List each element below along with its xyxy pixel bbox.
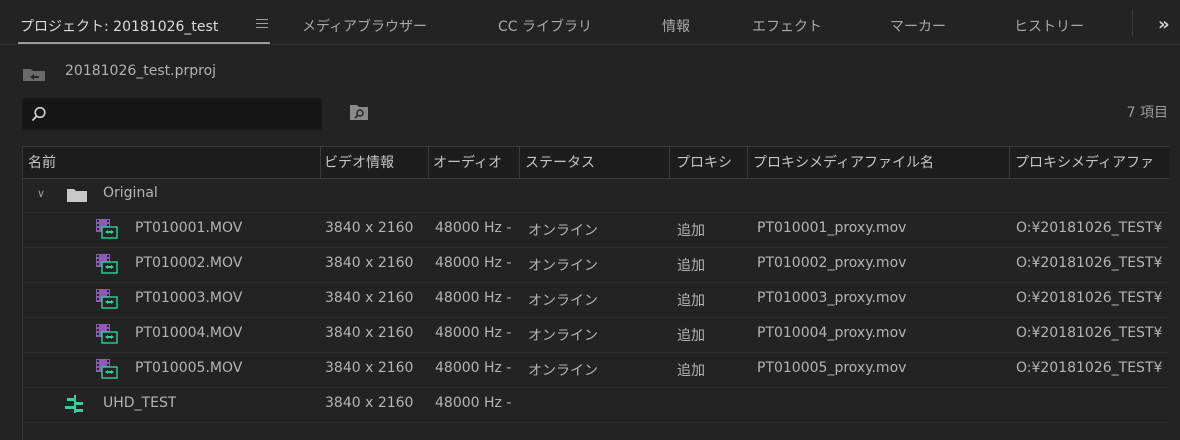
status: オンライン bbox=[528, 363, 598, 379]
clip-icon bbox=[96, 324, 118, 344]
video-info: 3840 x 2160 bbox=[325, 290, 414, 306]
proxy-path: O:¥20181026_TEST¥ bbox=[1016, 290, 1163, 306]
proxy: 追加 bbox=[677, 223, 705, 239]
clip-icon bbox=[96, 359, 118, 379]
column-header-audio[interactable]: オーディオ bbox=[433, 152, 502, 172]
proxy: 追加 bbox=[677, 328, 705, 344]
column-header-proxy[interactable]: プロキシ bbox=[676, 152, 732, 172]
table-row-clip[interactable]: PT010004.MOV 3840 x 2160 48000 Hz - オンライ… bbox=[23, 317, 1169, 353]
column-divider[interactable] bbox=[1009, 147, 1010, 178]
audio-info: 48000 Hz - bbox=[435, 325, 512, 341]
sequence-icon bbox=[65, 395, 83, 413]
project-file-name: 20181026_test.prproj bbox=[65, 63, 217, 79]
audio-info: 48000 Hz - bbox=[435, 395, 512, 411]
column-divider[interactable] bbox=[747, 147, 748, 178]
proxy-file-name: PT010001_proxy.mov bbox=[757, 220, 907, 236]
item-name: UHD_TEST bbox=[103, 395, 177, 411]
proxy-path: O:¥20181026_TEST¥ bbox=[1016, 220, 1163, 236]
item-name: PT010001.MOV bbox=[135, 220, 243, 236]
status: オンライン bbox=[528, 328, 598, 344]
status: オンライン bbox=[528, 293, 598, 309]
column-divider[interactable] bbox=[428, 147, 429, 178]
proxy-path: O:¥20181026_TEST¥ bbox=[1016, 255, 1163, 271]
item-name: PT010002.MOV bbox=[135, 255, 243, 271]
proxy-file-name: PT010004_proxy.mov bbox=[757, 325, 907, 341]
column-divider[interactable] bbox=[669, 147, 670, 178]
tab-cc-libraries[interactable]: CC ライブラリ bbox=[498, 16, 592, 36]
video-info: 3840 x 2160 bbox=[325, 360, 414, 376]
tab-info[interactable]: 情報 bbox=[662, 16, 690, 36]
folder-icon bbox=[67, 189, 87, 202]
column-divider[interactable] bbox=[320, 147, 321, 178]
tab-markers[interactable]: マーカー bbox=[890, 16, 946, 36]
proxy-file-name: PT010003_proxy.mov bbox=[757, 290, 907, 306]
column-divider[interactable] bbox=[519, 147, 520, 178]
column-header-video-info[interactable]: ビデオ情報 bbox=[324, 152, 394, 172]
clip-icon bbox=[96, 254, 118, 274]
tab-separator bbox=[1132, 10, 1133, 36]
clip-icon bbox=[96, 219, 118, 239]
audio-info: 48000 Hz - bbox=[435, 360, 512, 376]
column-header-name[interactable]: 名前 bbox=[28, 152, 56, 172]
item-name: PT010005.MOV bbox=[135, 360, 243, 376]
tab-history[interactable]: ヒストリー bbox=[1014, 16, 1084, 36]
active-tab-indicator bbox=[18, 42, 270, 44]
find-bin-icon[interactable] bbox=[349, 103, 369, 121]
item-name: PT010004.MOV bbox=[135, 325, 243, 341]
audio-info: 48000 Hz - bbox=[435, 290, 512, 306]
table-row-clip[interactable]: PT010001.MOV 3840 x 2160 48000 Hz - オンライ… bbox=[23, 212, 1169, 248]
search-input[interactable] bbox=[22, 98, 322, 130]
more-tabs-icon[interactable]: » bbox=[1158, 14, 1170, 35]
item-name: PT010003.MOV bbox=[135, 290, 243, 306]
table-row-bin[interactable]: ∨ Original bbox=[23, 177, 1169, 213]
status: オンライン bbox=[528, 258, 598, 274]
panel-menu-icon[interactable] bbox=[256, 19, 268, 29]
proxy: 追加 bbox=[677, 293, 705, 309]
panel-tab-bar: プロジェクト: 20181026_test メディアブラウザー CC ライブラリ… bbox=[0, 0, 1180, 45]
table-row-clip[interactable]: PT010003.MOV 3840 x 2160 48000 Hz - オンライ… bbox=[23, 282, 1169, 318]
column-header-proxy-media-file-name[interactable]: プロキシメディアファイル名 bbox=[753, 152, 934, 172]
audio-info: 48000 Hz - bbox=[435, 220, 512, 236]
proxy-path: O:¥20181026_TEST¥ bbox=[1016, 325, 1163, 341]
proxy-file-name: PT010005_proxy.mov bbox=[757, 360, 907, 376]
tab-project[interactable]: プロジェクト: 20181026_test bbox=[20, 16, 218, 36]
video-info: 3840 x 2160 bbox=[325, 220, 414, 236]
video-info: 3840 x 2160 bbox=[325, 395, 414, 411]
expand-chevron-icon[interactable]: ∨ bbox=[37, 187, 45, 200]
audio-info: 48000 Hz - bbox=[435, 255, 512, 271]
item-count: 7 項目 bbox=[1126, 105, 1168, 121]
column-header-status[interactable]: ステータス bbox=[525, 152, 595, 172]
tab-media-browser[interactable]: メディアブラウザー bbox=[302, 16, 427, 36]
proxy: 追加 bbox=[677, 258, 705, 274]
table-row-clip[interactable]: PT010002.MOV 3840 x 2160 48000 Hz - オンライ… bbox=[23, 247, 1169, 283]
table-row-clip[interactable]: PT010005.MOV 3840 x 2160 48000 Hz - オンライ… bbox=[23, 352, 1169, 388]
proxy: 追加 bbox=[677, 363, 705, 379]
column-header-proxy-media-path[interactable]: プロキシメディアファ bbox=[1015, 152, 1154, 172]
table-header: 名前 ビデオ情報 オーディオ ステータス プロキシ プロキシメディアファイル名 … bbox=[23, 146, 1169, 179]
search-icon bbox=[31, 106, 46, 122]
item-name: Original bbox=[103, 185, 158, 201]
tab-effects[interactable]: エフェクト bbox=[752, 16, 822, 36]
proxy-file-name: PT010002_proxy.mov bbox=[757, 255, 907, 271]
parent-folder-icon[interactable] bbox=[22, 66, 46, 82]
proxy-path: O:¥20181026_TEST¥ bbox=[1016, 360, 1163, 376]
project-items-table: 名前 ビデオ情報 オーディオ ステータス プロキシ プロキシメディアファイル名 … bbox=[22, 146, 1169, 440]
table-row-sequence[interactable]: UHD_TEST 3840 x 2160 48000 Hz - bbox=[23, 387, 1169, 423]
clip-icon bbox=[96, 289, 118, 309]
video-info: 3840 x 2160 bbox=[325, 255, 414, 271]
video-info: 3840 x 2160 bbox=[325, 325, 414, 341]
status: オンライン bbox=[528, 223, 598, 239]
